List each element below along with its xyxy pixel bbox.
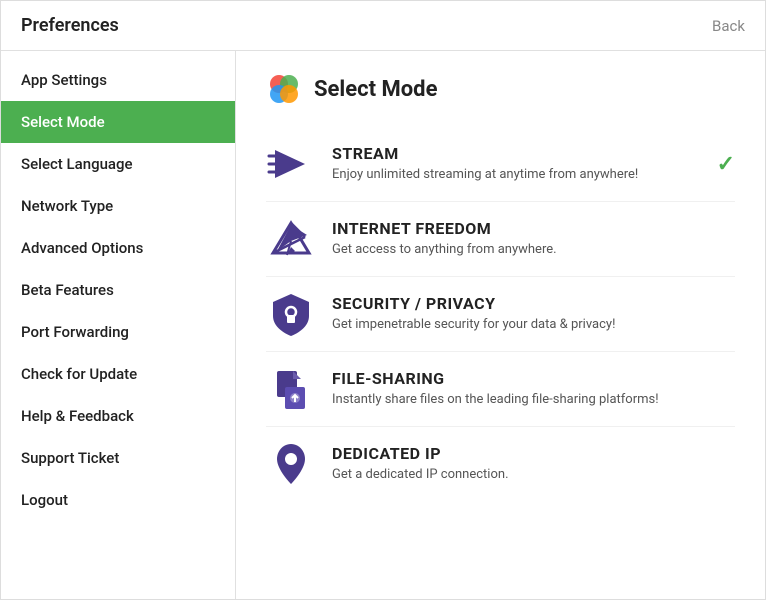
- main-title: Select Mode: [314, 77, 437, 102]
- sidebar-item-support-ticket[interactable]: Support Ticket: [1, 437, 235, 479]
- dedicated-ip-description: Get a dedicated IP connection.: [332, 466, 735, 484]
- mode-item-dedicated-ip[interactable]: DEDICATED IP Get a dedicated IP connectio…: [266, 427, 735, 501]
- file-sharing-name: FILE-SHARING: [332, 369, 735, 388]
- stream-description: Enjoy unlimited streaming at anytime fro…: [332, 166, 693, 184]
- stream-name: STREAM: [332, 144, 693, 163]
- body: App SettingsSelect ModeSelect LanguageNe…: [1, 51, 765, 599]
- file-sharing-icon: [266, 364, 316, 414]
- sidebar-item-logout[interactable]: Logout: [1, 479, 235, 521]
- security-privacy-description: Get impenetrable security for your data …: [332, 316, 735, 334]
- modes-list: STREAM Enjoy unlimited streaming at anyti…: [266, 127, 735, 501]
- internet-freedom-icon: [266, 214, 316, 264]
- header: Preferences Back: [1, 1, 765, 51]
- sidebar-item-help-feedback[interactable]: Help & Feedback: [1, 395, 235, 437]
- sidebar-item-beta-features[interactable]: Beta Features: [1, 269, 235, 311]
- internet-freedom-description: Get access to anything from anywhere.: [332, 241, 735, 259]
- sidebar-item-check-for-update[interactable]: Check for Update: [1, 353, 235, 395]
- app-logo-icon: [266, 71, 302, 107]
- app-container: Preferences Back App SettingsSelect Mode…: [0, 0, 766, 600]
- mode-item-internet-freedom[interactable]: INTERNET FREEDOM Get access to anything f…: [266, 202, 735, 277]
- security-privacy-content: SECURITY / PRIVACY Get impenetrable secur…: [332, 294, 735, 334]
- sidebar: App SettingsSelect ModeSelect LanguageNe…: [1, 51, 236, 599]
- internet-freedom-name: INTERNET FREEDOM: [332, 219, 735, 238]
- file-sharing-content: FILE-SHARING Instantly share files on the…: [332, 369, 735, 409]
- internet-freedom-content: INTERNET FREEDOM Get access to anything f…: [332, 219, 735, 259]
- security-privacy-icon: [266, 289, 316, 339]
- dedicated-ip-content: DEDICATED IP Get a dedicated IP connectio…: [332, 444, 735, 484]
- sidebar-item-app-settings[interactable]: App Settings: [1, 59, 235, 101]
- main-content: Select Mode STREAM Enjoy unlimited stream…: [236, 51, 765, 599]
- mode-item-file-sharing[interactable]: FILE-SHARING Instantly share files on the…: [266, 352, 735, 427]
- stream-icon: [266, 139, 316, 189]
- dedicated-ip-icon: [266, 439, 316, 489]
- header-title: Preferences: [21, 15, 119, 36]
- security-privacy-name: SECURITY / PRIVACY: [332, 294, 735, 313]
- main-header: Select Mode: [266, 71, 735, 107]
- sidebar-item-port-forwarding[interactable]: Port Forwarding: [1, 311, 235, 353]
- sidebar-item-select-mode[interactable]: Select Mode: [1, 101, 235, 143]
- mode-item-security-privacy[interactable]: SECURITY / PRIVACY Get impenetrable secur…: [266, 277, 735, 352]
- selected-checkmark: ✓: [717, 152, 735, 177]
- sidebar-item-select-language[interactable]: Select Language: [1, 143, 235, 185]
- dedicated-ip-name: DEDICATED IP: [332, 444, 735, 463]
- sidebar-item-network-type[interactable]: Network Type: [1, 185, 235, 227]
- file-sharing-description: Instantly share files on the leading fil…: [332, 391, 735, 409]
- mode-item-stream[interactable]: STREAM Enjoy unlimited streaming at anyti…: [266, 127, 735, 202]
- sidebar-item-advanced-options[interactable]: Advanced Options: [1, 227, 235, 269]
- stream-content: STREAM Enjoy unlimited streaming at anyti…: [332, 144, 693, 184]
- back-button[interactable]: Back: [712, 17, 745, 35]
